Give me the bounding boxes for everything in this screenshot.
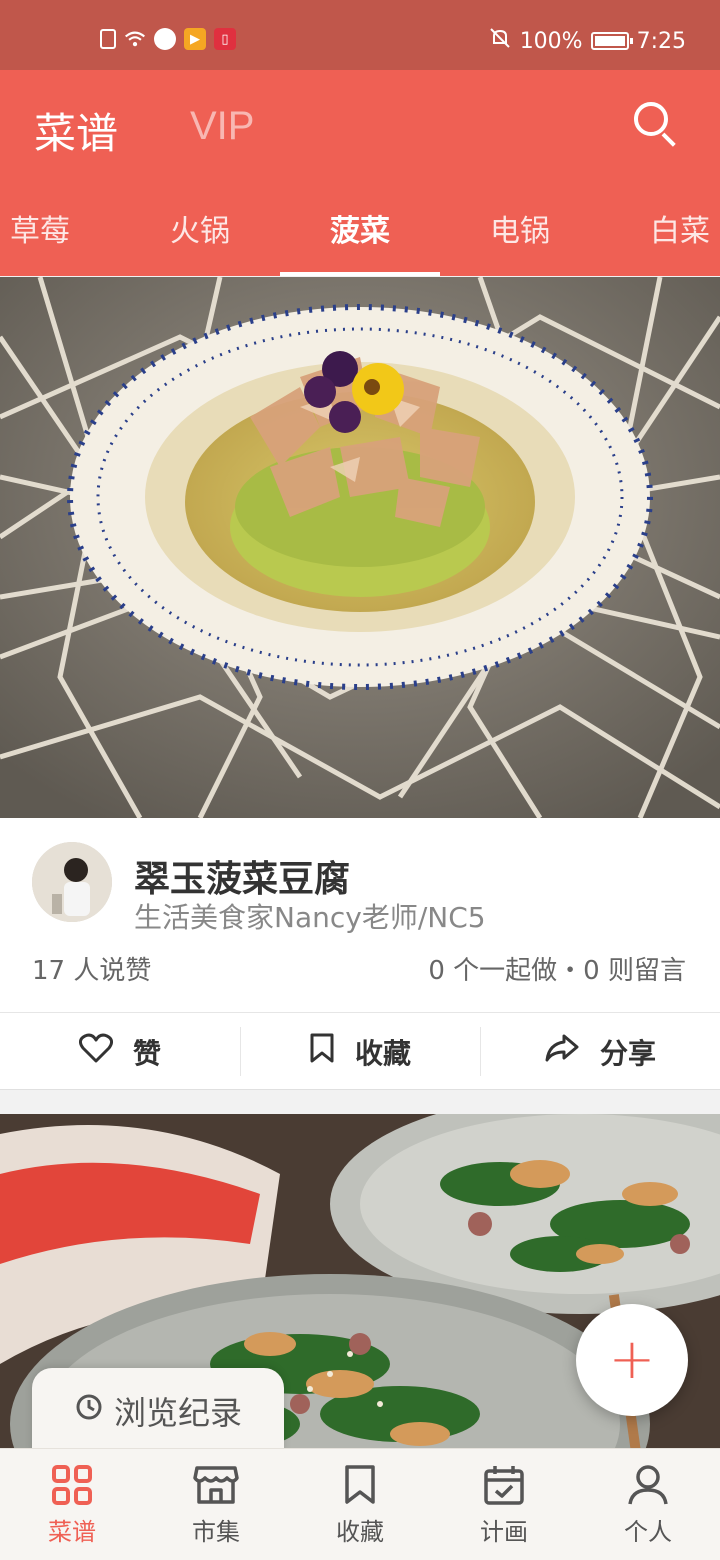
plus-icon: + xyxy=(608,1327,656,1392)
heart-icon xyxy=(78,1033,114,1070)
share-icon xyxy=(544,1033,580,1070)
share-label: 分享 xyxy=(599,1036,656,1070)
add-recipe-button[interactable]: + xyxy=(576,1304,688,1416)
bookmark-icon xyxy=(337,1462,383,1508)
reader-app-icon: ▯ xyxy=(214,28,236,50)
bottom-nav: 菜谱 市集 收藏 计画 个人 xyxy=(0,1448,720,1560)
app-header: 菜谱 VIP 草莓 火锅 菠菜 电锅 白菜 xyxy=(0,70,720,276)
action-bar: 赞 收藏 分享 xyxy=(0,1012,720,1090)
like-label: 赞 xyxy=(132,1036,161,1070)
battery-icon xyxy=(590,32,633,50)
tab-cabbage[interactable]: 白菜 xyxy=(600,208,720,276)
tab-rice-cooker[interactable]: 电锅 xyxy=(440,208,600,276)
bookmark-icon xyxy=(309,1032,335,1071)
mute-icon xyxy=(488,26,512,56)
vip-tab[interactable]: VIP xyxy=(190,104,254,149)
author-avatar[interactable] xyxy=(32,842,112,922)
nav-market[interactable]: 市集 xyxy=(144,1449,288,1560)
history-label: 浏览纪录 xyxy=(113,1394,242,1432)
nav-plan[interactable]: 计画 xyxy=(432,1449,576,1560)
browse-history-button[interactable]: 浏览纪录 xyxy=(32,1368,284,1454)
recipe-photo[interactable] xyxy=(0,277,720,818)
tab-spinach[interactable]: 菠菜 xyxy=(280,208,440,276)
share-button[interactable]: 分享 xyxy=(480,1013,720,1090)
calendar-icon xyxy=(481,1462,527,1508)
nav-label: 菜谱 xyxy=(48,1518,96,1546)
collect-label: 收藏 xyxy=(354,1036,411,1070)
nav-collections[interactable]: 收藏 xyxy=(288,1449,432,1560)
author-name[interactable]: 生活美食家Nancy老师/NC5 xyxy=(134,896,486,936)
search-icon[interactable] xyxy=(634,102,680,148)
category-tabs: 草莓 火锅 菠菜 电锅 白菜 xyxy=(0,208,720,276)
nav-label: 计画 xyxy=(480,1518,528,1546)
grid-icon xyxy=(49,1462,95,1508)
video-app-icon: ▶ xyxy=(184,28,206,50)
recipe-card[interactable]: 翠玉菠菜豆腐 生活美食家Nancy老师/NC5 17 人说赞 0 个一起做・0 … xyxy=(0,818,720,1090)
store-icon xyxy=(193,1462,239,1508)
person-icon xyxy=(625,1462,671,1508)
clock: 7:25 xyxy=(636,28,686,54)
history-icon xyxy=(74,1392,104,1430)
tab-hotpot[interactable]: 火锅 xyxy=(120,208,280,276)
nav-label: 收藏 xyxy=(336,1518,384,1546)
like-button[interactable]: 赞 xyxy=(0,1013,240,1090)
nav-recipes[interactable]: 菜谱 xyxy=(0,1449,144,1560)
notification-icons: ▶ ▯ xyxy=(100,28,236,50)
sim-icon xyxy=(100,29,116,49)
battery-percent: 100% xyxy=(519,28,583,54)
likes-count: 17 人说赞 xyxy=(32,956,152,986)
tab-strawberry[interactable]: 草莓 xyxy=(0,208,120,276)
nav-profile[interactable]: 个人 xyxy=(576,1449,720,1560)
nav-label: 个人 xyxy=(624,1518,672,1546)
collect-button[interactable]: 收藏 xyxy=(240,1013,480,1090)
browser-icon xyxy=(154,28,176,50)
nav-label: 市集 xyxy=(192,1518,240,1546)
page-title[interactable]: 菜谱 xyxy=(34,100,118,161)
wifi-icon xyxy=(124,28,146,50)
recipe-title[interactable]: 翠玉菠菜豆腐 xyxy=(134,850,350,902)
engagement-stats: 0 个一起做・0 则留言 xyxy=(428,956,686,986)
status-bar: ▶ ▯ 100% 7:25 xyxy=(0,0,720,70)
